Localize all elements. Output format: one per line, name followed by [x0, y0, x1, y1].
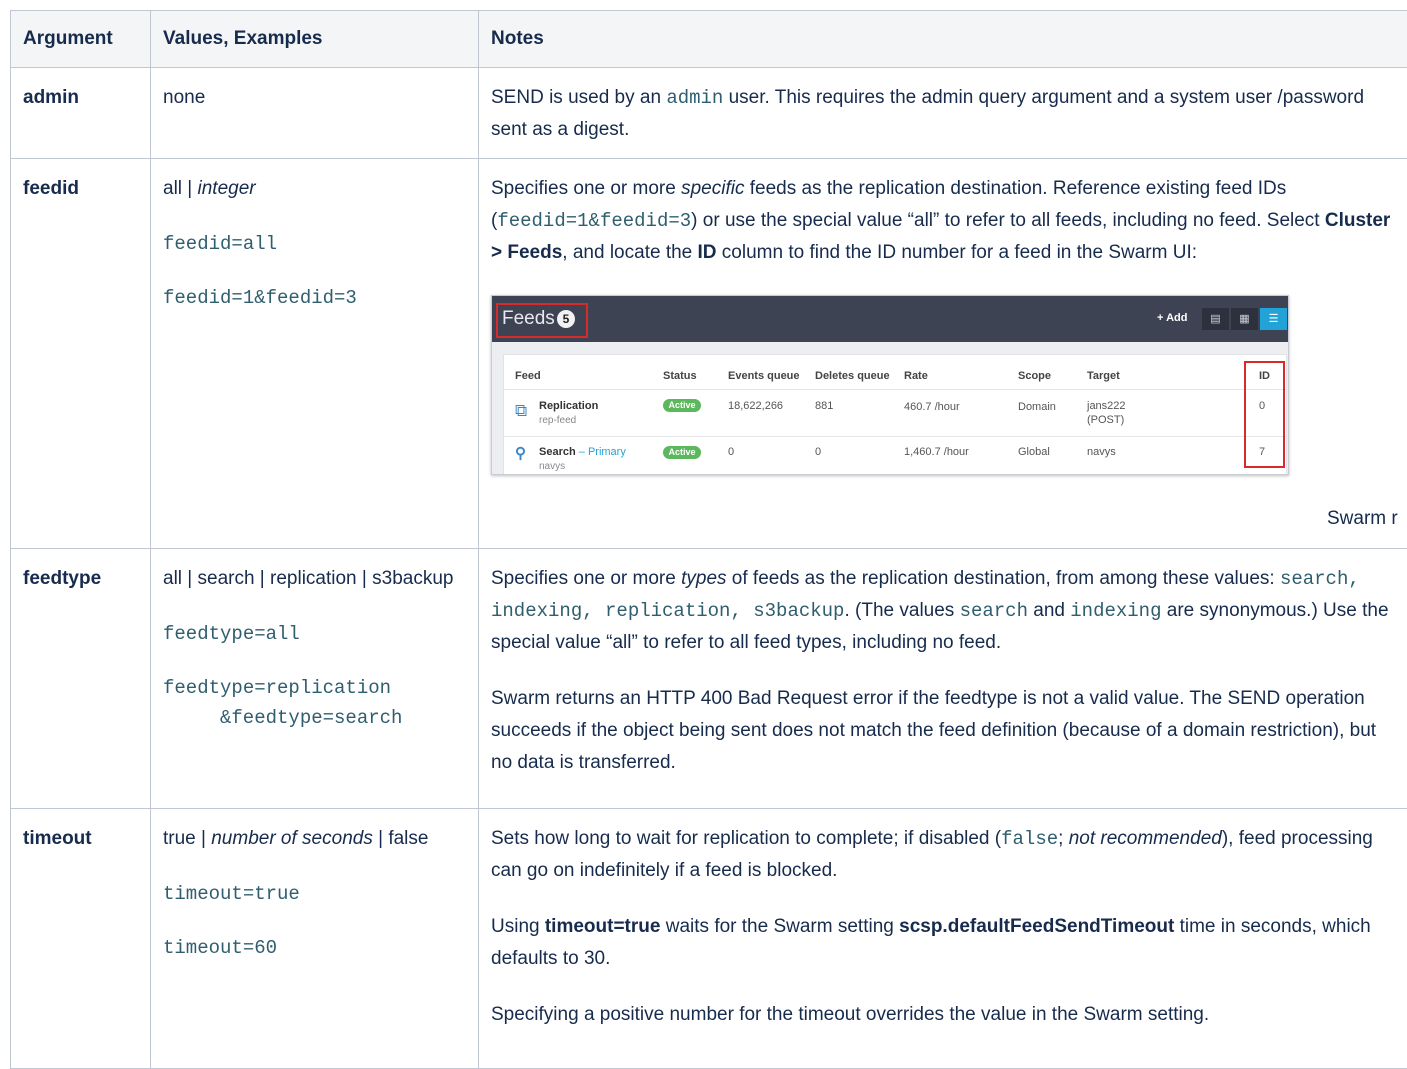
print-icon: ▤	[1202, 308, 1229, 330]
rate: 1,460.7 /hour	[904, 446, 969, 458]
col-events-queue: Events queue	[728, 370, 800, 382]
arg-timeout: timeout	[11, 809, 151, 1069]
scope: Global	[1018, 446, 1050, 458]
events-queue: 18,622,266	[728, 400, 783, 412]
rate: 460.7 /hour	[904, 401, 960, 413]
header-values: Values, Examples	[151, 11, 479, 68]
add-feed-button: + Add	[1157, 312, 1187, 324]
values-timeout: true | number of seconds | false timeout…	[151, 809, 479, 1069]
table-row-feedid: feedid all | integer feedid=all feedid=1…	[11, 159, 1407, 549]
feeds-panel: Feed Status Events queue Deletes queue R…	[503, 354, 1287, 475]
arg-admin: admin	[11, 68, 151, 159]
example-feedtype-multi-cont: &feedtype=search	[163, 703, 466, 733]
arguments-table: Argument Values, Examples Notes admin no…	[10, 10, 1407, 1069]
deletes-queue: 881	[815, 400, 833, 412]
example-timeout-true: timeout=true	[163, 879, 466, 909]
arg-feedtype: feedtype	[11, 549, 151, 809]
deletes-queue: 0	[815, 446, 821, 458]
grid-view-icon: ▦	[1231, 308, 1258, 330]
values-admin: none	[151, 68, 479, 159]
col-rate: Rate	[904, 370, 928, 382]
target-method: (POST)	[1087, 414, 1124, 426]
values-feedtype: all | search | replication | s3backup fe…	[151, 549, 479, 809]
col-target: Target	[1087, 370, 1120, 382]
col-scope: Scope	[1018, 370, 1051, 382]
screenshot-caption: Swarm r	[1327, 508, 1398, 530]
events-queue: 0	[728, 446, 734, 458]
values-feedid: all | integer feedid=all feedid=1&feedid…	[151, 159, 479, 549]
target: jans222	[1087, 400, 1126, 412]
col-deletes-queue: Deletes queue	[815, 370, 890, 382]
example-feedid-multi: feedid=1&feedid=3	[163, 283, 466, 313]
feed-name: Search – Primary	[539, 446, 626, 458]
table-row-timeout: timeout true | number of seconds | false…	[11, 809, 1407, 1069]
status-badge: Active	[663, 399, 701, 412]
replication-feed-icon: ⧉	[515, 401, 527, 421]
example-feedtype-all: feedtype=all	[163, 619, 466, 649]
table-header-row: Argument Values, Examples Notes	[11, 11, 1407, 68]
table-row-admin: admin none SEND is used by an admin user…	[11, 68, 1407, 159]
notes-feedid: Specifies one or more specific feeds as …	[479, 159, 1407, 549]
feeds-screenshot: Feeds 5 + Add ▤ ▦ ☰ Feed Status Events q…	[491, 295, 1289, 475]
status-badge: Active	[663, 446, 701, 459]
notes-timeout: Sets how long to wait for replication to…	[479, 809, 1407, 1069]
header-argument: Argument	[11, 11, 151, 68]
notes-admin: SEND is used by an admin user. This requ…	[479, 68, 1407, 159]
col-feed: Feed	[515, 370, 541, 382]
example-feedid-all: feedid=all	[163, 229, 466, 259]
scope: Domain	[1018, 401, 1056, 413]
feed-sub: rep-feed	[539, 415, 576, 426]
notes-feedtype: Specifies one or more types of feeds as …	[479, 549, 1407, 809]
row-divider	[504, 436, 1286, 437]
col-status: Status	[663, 370, 697, 382]
feed-name: Replication	[539, 400, 598, 412]
target: navys	[1087, 446, 1116, 458]
table-row-feedtype: feedtype all | search | replication | s3…	[11, 549, 1407, 809]
row-divider	[504, 389, 1286, 390]
arg-feedid: feedid	[11, 159, 151, 549]
highlight-box-id	[1244, 361, 1285, 468]
search-icon: ⚲	[515, 444, 526, 462]
feed-sub: navys	[539, 461, 565, 472]
list-view-icon: ☰	[1260, 308, 1287, 330]
example-timeout-60: timeout=60	[163, 933, 466, 963]
highlight-box-title	[496, 303, 588, 338]
example-feedtype-multi: feedtype=replication	[163, 673, 466, 703]
header-notes: Notes	[479, 11, 1407, 68]
